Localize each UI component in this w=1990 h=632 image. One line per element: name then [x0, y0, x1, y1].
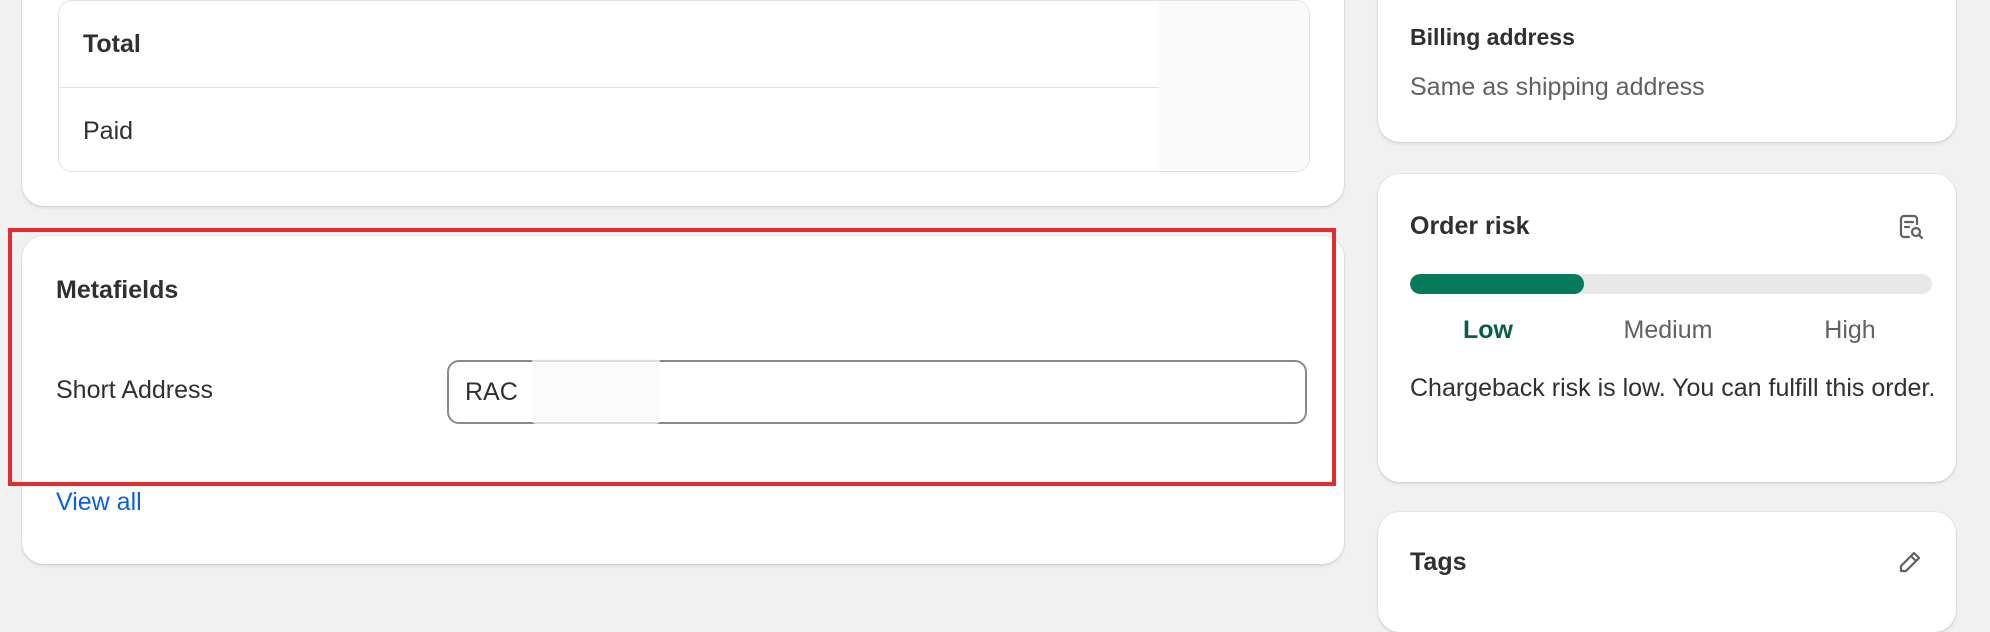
risk-levels: Low Medium High — [1410, 316, 1932, 346]
billing-address-title: Billing address — [1410, 24, 1575, 50]
tags-title: Tags — [1410, 548, 1467, 576]
order-risk-title: Order risk — [1410, 212, 1530, 240]
billing-address-value: Same as shipping address — [1410, 73, 1705, 101]
risk-meter-fill — [1410, 274, 1584, 294]
paid-label: Paid — [83, 116, 134, 145]
risk-level-high: High — [1824, 316, 1876, 344]
metafields-title: Metafields — [56, 276, 179, 304]
view-all-link[interactable]: View all — [56, 488, 142, 517]
redacted-amounts — [1159, 1, 1309, 171]
paid-row: Paid — [59, 87, 1309, 171]
edit-pencil-icon[interactable] — [1896, 548, 1924, 576]
payment-summary-card: Total Paid — [22, 0, 1344, 206]
risk-meter — [1410, 274, 1932, 294]
redacted-input-text — [532, 358, 660, 424]
total-label: Total — [83, 29, 141, 58]
total-row: Total — [59, 1, 1309, 87]
risk-level-low: Low — [1463, 316, 1513, 344]
short-address-label: Short Address — [56, 376, 214, 404]
order-risk-card: Order risk Low Medium High Chargeback ri… — [1378, 174, 1956, 482]
metafields-card: Metafields Short Address View all — [22, 236, 1344, 564]
billing-address-card: Billing address Same as shipping address — [1378, 0, 1956, 142]
risk-analysis-icon[interactable] — [1896, 212, 1926, 242]
risk-description: Chargeback risk is low. You can fulfill … — [1410, 374, 1936, 402]
tags-card: Tags — [1378, 512, 1956, 632]
risk-level-medium: Medium — [1623, 316, 1713, 344]
payment-summary-box: Total Paid — [58, 0, 1310, 172]
